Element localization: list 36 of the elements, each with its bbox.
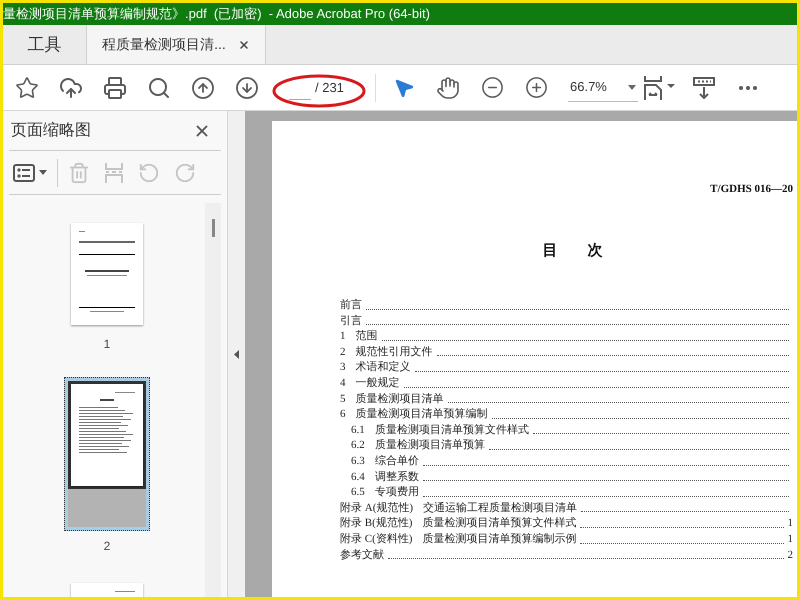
page-number: 2 <box>104 538 110 555</box>
document-code: T/GDHS 016—20 <box>710 182 793 197</box>
document-heading: 目 次 <box>542 242 602 260</box>
window-title: 量检测项目清单预算编制规范》.pdf (已加密) - Adobe Acrobat Pro (64-bit) <box>3 5 430 24</box>
toc-entry[interactable]: 附录 C(资料性) 质量检测项目清单预算编制示例 <box>340 531 576 548</box>
toc-entry[interactable]: 5 质量检测项目清单 <box>340 390 444 408</box>
page-reference: 2 <box>788 548 793 563</box>
toc-entry[interactable]: 附录 A(规范性) 交通运输工程质量检测项目清单 <box>340 500 578 516</box>
toc-entry[interactable]: 6.4 调整系数 <box>351 468 419 486</box>
page-reference: 1 <box>788 532 793 547</box>
toc-entry[interactable]: 6.2 质量检测项目清单预算 <box>351 437 485 454</box>
toc-entry[interactable]: 6.1 质量检测项目清单预算文件样式 <box>351 422 529 438</box>
collapse-arrow-icon[interactable] <box>234 350 239 358</box>
toc-entry[interactable]: 附录 B(规范性) 质量检测项目清单预算文件样式 <box>340 515 576 532</box>
caret-icon <box>628 84 636 90</box>
page-thumbnail[interactable] <box>71 384 143 486</box>
toc-entry[interactable]: 前言 <box>340 297 362 314</box>
tab[interactable]: 程质量检测项目清... <box>86 25 266 64</box>
toc-entry[interactable]: 4 一般规定 <box>340 375 400 392</box>
tab[interactable]: 工具 <box>3 25 86 64</box>
toc-entry[interactable]: 1 范围 <box>340 328 378 345</box>
toc-entry[interactable]: 3 术语和定义 <box>340 359 410 376</box>
toc-entry[interactable]: 引言 <box>340 312 362 330</box>
page-count: / 231 <box>315 78 344 97</box>
page-reference: 1 <box>788 516 793 532</box>
toc-entry[interactable]: 6.5 专项费用 <box>351 484 419 501</box>
panel-title: 页面缩略图 <box>11 120 91 140</box>
toc-entry[interactable]: 6.3 综合单价 <box>351 453 419 470</box>
zoom-dropdown[interactable]: 66.7% <box>568 74 638 102</box>
toc-entry[interactable]: 6 质量检测项目清单预算编制 <box>340 406 488 423</box>
toc-entry[interactable]: 2 规范性引用文件 <box>340 344 432 360</box>
page-number: 1 <box>104 336 110 353</box>
thumbnail-selection[interactable] <box>64 377 150 531</box>
scrollbar[interactable] <box>205 203 221 597</box>
toc-entry[interactable]: 参考文献 <box>340 546 384 564</box>
close-icon[interactable] <box>238 38 250 50</box>
